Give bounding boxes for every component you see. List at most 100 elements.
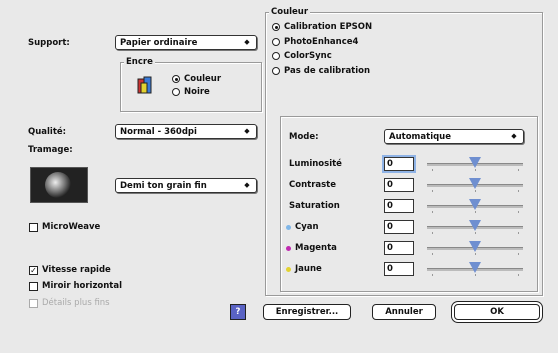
ink-option-black[interactable]: Noire <box>172 87 210 97</box>
microweave-checkbox[interactable]: MicroWeave <box>29 222 100 232</box>
radio-icon <box>272 38 280 46</box>
color-option-colorsync[interactable]: ColorSync <box>272 51 332 61</box>
color-dot-icon <box>286 245 291 251</box>
dither-select[interactable]: Demi ton grain fin ◆ <box>115 178 257 193</box>
mode-label: Mode: <box>289 132 319 142</box>
slider-thumb[interactable] <box>469 241 481 252</box>
slider-tick <box>475 253 476 255</box>
adjust-label-text: Cyan <box>295 222 319 232</box>
finer-detail-label: Détails plus fins <box>42 298 110 308</box>
color-option-photoenhance[interactable]: PhotoEnhance4 <box>272 37 358 47</box>
mirror-label: Miroir horizontal <box>42 281 123 291</box>
color-option-epson[interactable]: Calibration EPSON <box>272 22 372 32</box>
adjust-label-1: Contraste <box>289 180 336 190</box>
save-button[interactable]: Enregistrer... <box>263 304 351 320</box>
slider-tick <box>518 253 520 255</box>
dither-preview-image <box>30 167 88 203</box>
adjust-slider[interactable] <box>427 262 523 276</box>
adjust-value-field[interactable]: 0 <box>384 220 414 234</box>
checkbox-icon <box>29 281 38 291</box>
adjust-value-field[interactable]: 0 <box>384 262 414 276</box>
slider-thumb[interactable] <box>469 199 481 210</box>
ok-button[interactable]: OK <box>454 304 540 320</box>
slider-tick <box>475 190 476 192</box>
adjust-label-text: Luminosité <box>289 159 342 169</box>
chevron-updown-icon: ◆ <box>511 132 517 140</box>
quality-select[interactable]: Normal - 360dpi ◆ <box>115 124 257 139</box>
support-label: Support: <box>28 38 70 48</box>
adjust-value-field[interactable]: 0 <box>384 199 414 213</box>
adjust-value-field[interactable]: 0 <box>382 155 416 173</box>
color-option-label: ColorSync <box>284 51 332 61</box>
color-option-label: Calibration EPSON <box>284 22 373 32</box>
radio-icon <box>272 52 280 60</box>
support-select[interactable]: Papier ordinaire ◆ <box>115 35 257 50</box>
ink-option-black-label: Noire <box>184 87 210 97</box>
help-button[interactable]: ? <box>230 304 246 320</box>
adjust-label-text: Magenta <box>295 243 337 253</box>
cancel-button[interactable]: Annuler <box>372 304 436 320</box>
adjust-label-2: Saturation <box>289 201 340 211</box>
slider-tick <box>475 274 476 276</box>
ink-cartridge-icon <box>136 75 154 95</box>
chevron-updown-icon: ◆ <box>244 127 250 135</box>
slider-tick <box>475 232 476 234</box>
adjust-slider[interactable] <box>427 199 523 213</box>
microweave-label: MicroWeave <box>42 222 101 232</box>
slider-thumb[interactable] <box>469 157 481 168</box>
slider-thumb[interactable] <box>469 178 481 189</box>
support-select-value: Papier ordinaire <box>120 37 198 48</box>
slider-thumb[interactable] <box>469 220 481 231</box>
adjust-label-text: Jaune <box>295 264 322 274</box>
color-dot-icon <box>286 224 291 230</box>
fast-speed-checkbox[interactable]: ✓ Vitesse rapide <box>29 265 111 275</box>
checkbox-icon <box>29 222 38 232</box>
slider-tick <box>431 274 433 276</box>
adjust-label-0: Luminosité <box>289 159 342 169</box>
color-option-none[interactable]: Pas de calibration <box>272 66 370 76</box>
adjust-value-field[interactable]: 0 <box>384 178 414 192</box>
slider-tick <box>518 274 520 276</box>
slider-tick <box>431 169 433 171</box>
slider-tick <box>475 211 476 213</box>
ink-group-title: Encre <box>124 57 155 67</box>
mirror-checkbox[interactable]: Miroir horizontal <box>29 281 122 291</box>
help-icon: ? <box>235 307 241 317</box>
adjust-slider[interactable] <box>427 178 523 192</box>
slider-tick <box>518 211 520 213</box>
adjust-value-field[interactable]: 0 <box>384 241 414 255</box>
adjust-label-4: Magenta <box>286 243 337 253</box>
mode-select-value: Automatique <box>389 131 452 142</box>
slider-tick <box>431 211 433 213</box>
slider-tick <box>518 232 520 234</box>
slider-thumb[interactable] <box>469 262 481 273</box>
adjust-slider[interactable] <box>427 220 523 234</box>
ink-option-color[interactable]: Couleur <box>172 74 221 84</box>
chevron-updown-icon: ◆ <box>244 38 250 46</box>
mode-select[interactable]: Automatique ◆ <box>384 129 524 144</box>
radio-icon <box>272 67 280 75</box>
quality-label: Qualité: <box>28 127 67 137</box>
chevron-updown-icon: ◆ <box>244 181 250 189</box>
color-dot-icon <box>286 266 291 272</box>
slider-tick <box>475 169 476 171</box>
ink-option-color-label: Couleur <box>184 74 222 84</box>
adjust-label-text: Saturation <box>289 201 340 211</box>
adjust-label-5: Jaune <box>286 264 322 274</box>
slider-tick <box>518 169 520 171</box>
finer-detail-checkbox: Détails plus fins <box>29 298 110 308</box>
radio-icon <box>172 88 180 96</box>
color-option-label: PhotoEnhance4 <box>284 37 359 47</box>
checkbox-icon <box>29 298 38 308</box>
radio-icon <box>272 23 280 31</box>
slider-tick <box>431 232 433 234</box>
slider-tick <box>431 253 433 255</box>
radio-icon <box>172 75 180 83</box>
color-option-label: Pas de calibration <box>284 66 371 76</box>
dither-select-value: Demi ton grain fin <box>120 180 207 191</box>
slider-tick <box>518 190 520 192</box>
adjust-slider[interactable] <box>427 157 523 171</box>
adjust-slider[interactable] <box>427 241 523 255</box>
quality-select-value: Normal - 360dpi <box>120 126 197 137</box>
adjust-label-3: Cyan <box>286 222 319 232</box>
